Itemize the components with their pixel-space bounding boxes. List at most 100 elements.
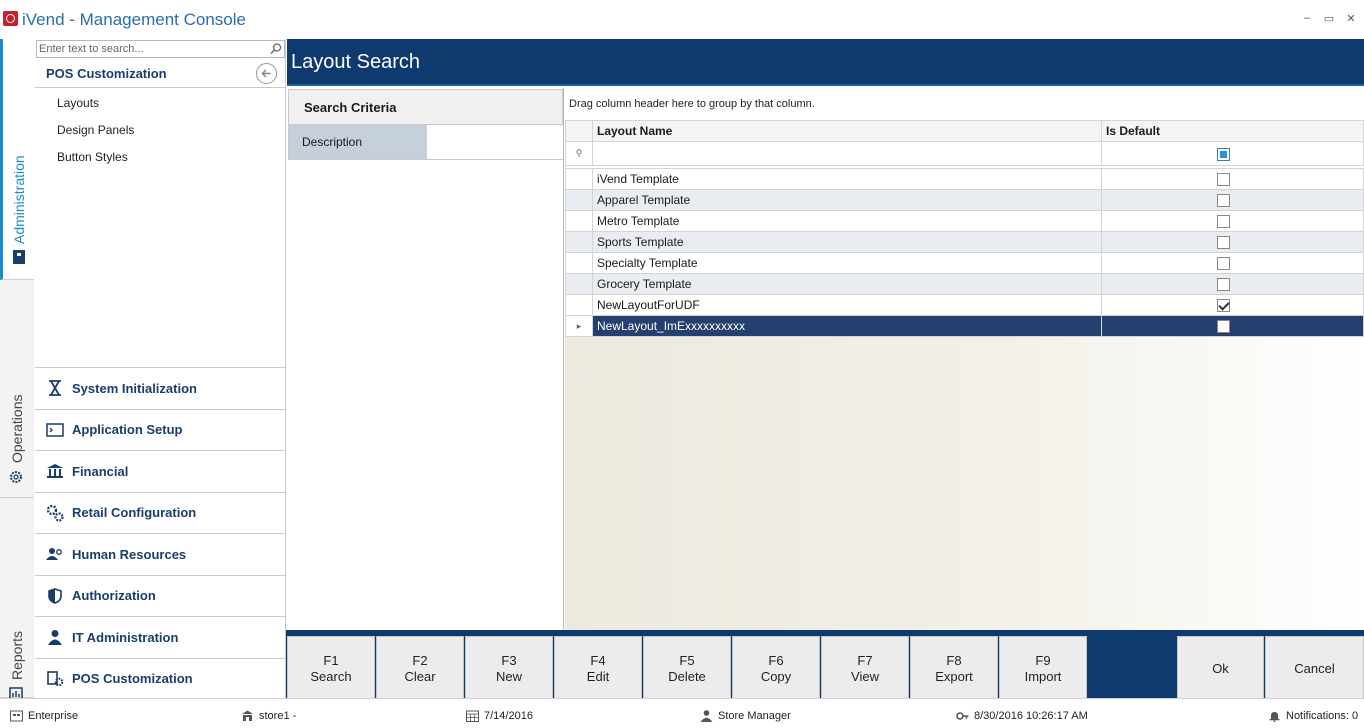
page-title: Layout Search bbox=[291, 51, 420, 73]
layout-name-cell[interactable]: Sports Template bbox=[592, 231, 1102, 253]
nav-item-layouts[interactable]: Layouts bbox=[57, 96, 99, 110]
module-label: Authorization bbox=[72, 588, 156, 604]
module-pos-customization[interactable]: POS Customization bbox=[35, 657, 286, 700]
user-text: Store Manager bbox=[718, 710, 791, 722]
calendar-icon bbox=[466, 710, 479, 722]
is-default-checkbox[interactable] bbox=[1217, 194, 1230, 208]
column-header-is-default[interactable]: Is Default bbox=[1101, 120, 1364, 142]
window-title: iVend - Management Console bbox=[22, 10, 246, 29]
nav-item-button-styles[interactable]: Button Styles bbox=[57, 150, 128, 164]
shield-icon bbox=[46, 587, 64, 605]
ok-button[interactable]: Ok bbox=[1177, 636, 1264, 701]
module-it-administration[interactable]: IT Administration bbox=[35, 616, 286, 658]
layout-grid: Drag column header here to group by that… bbox=[565, 88, 1364, 630]
left-panel: POS Customization Layouts Design Panels … bbox=[35, 39, 286, 698]
table-row[interactable]: iVend Template bbox=[565, 168, 1364, 190]
close-button[interactable]: ✕ bbox=[1344, 12, 1358, 25]
module-financial[interactable]: Financial bbox=[35, 450, 286, 492]
f1-search-button[interactable]: F1 Search bbox=[287, 636, 375, 701]
module-search bbox=[36, 40, 285, 58]
f8-export-button[interactable]: F8 Export bbox=[910, 636, 998, 701]
f9-import-button[interactable]: F9 Import bbox=[999, 636, 1087, 701]
table-row[interactable]: Sports Template bbox=[565, 231, 1364, 253]
edition-text: Enterprise bbox=[28, 710, 79, 722]
module-retail-configuration[interactable]: Retail Configuration bbox=[35, 491, 286, 534]
search-criteria-panel: Search Criteria Description bbox=[287, 88, 564, 630]
group-by-panel[interactable]: Drag column header here to group by that… bbox=[565, 88, 1364, 120]
user-icon bbox=[700, 710, 713, 722]
f5-delete-button[interactable]: F5 Delete bbox=[643, 636, 731, 701]
is-default-checkbox[interactable] bbox=[1217, 215, 1230, 229]
f6-copy-button[interactable]: F6 Copy bbox=[732, 636, 820, 701]
back-arrow-icon[interactable] bbox=[256, 63, 277, 84]
tab-administration[interactable]: Administration bbox=[0, 39, 34, 280]
is-default-checkbox[interactable] bbox=[1217, 173, 1230, 187]
tab-reports[interactable]: Reports bbox=[0, 498, 34, 701]
cancel-button[interactable]: Cancel bbox=[1265, 636, 1364, 701]
fkey-label: Search bbox=[310, 668, 352, 684]
table-row[interactable]: Apparel Template bbox=[565, 189, 1364, 211]
fkey-label: Edit bbox=[586, 668, 610, 684]
filter-layout-name[interactable] bbox=[592, 141, 1102, 166]
is-default-checkbox[interactable] bbox=[1217, 278, 1230, 292]
table-row[interactable]: Grocery Template bbox=[565, 273, 1364, 295]
fkey-key: F6 bbox=[768, 652, 784, 668]
module-human-resources[interactable]: Human Resources bbox=[35, 533, 286, 575]
section-title: POS Customization bbox=[46, 66, 167, 81]
description-input[interactable] bbox=[428, 125, 563, 159]
is-default-checkbox[interactable] bbox=[1217, 320, 1230, 334]
is-default-checkbox[interactable] bbox=[1217, 236, 1230, 250]
criteria-row-description: Description bbox=[288, 125, 563, 160]
pos-customization-icon bbox=[46, 670, 64, 688]
status-edition: Enterprise bbox=[10, 710, 78, 722]
layout-name-cell[interactable]: iVend Template bbox=[592, 168, 1102, 190]
status-notifications[interactable]: Notifications: 0 bbox=[1268, 710, 1358, 722]
nav-item-design-panels[interactable]: Design Panels bbox=[57, 123, 134, 137]
layout-name-cell[interactable]: NewLayout_ImExxxxxxxxxx bbox=[592, 315, 1102, 337]
console-window-icon bbox=[46, 421, 64, 439]
bell-icon bbox=[1269, 712, 1280, 722]
table-row-selected[interactable]: ▸ NewLayout_ImExxxxxxxxxx bbox=[565, 315, 1364, 337]
fkey-key: F8 bbox=[946, 652, 962, 668]
ivend-logo-icon bbox=[3, 11, 18, 26]
table-row[interactable]: Metro Template bbox=[565, 210, 1364, 232]
table-row[interactable]: NewLayoutForUDF bbox=[565, 294, 1364, 316]
fkey-label: Clear bbox=[404, 668, 436, 684]
function-key-bar: F1 Search F2 Clear F3 New F4 Edit F5 Delete F… bbox=[286, 630, 1364, 701]
module-system-initialization[interactable]: System Initialization bbox=[35, 367, 286, 409]
user-icon bbox=[46, 628, 64, 646]
f7-view-button[interactable]: F7 View bbox=[821, 636, 909, 701]
module-label: Human Resources bbox=[72, 546, 187, 562]
layout-name-cell[interactable]: Apparel Template bbox=[592, 189, 1102, 211]
filter-checkbox[interactable] bbox=[1217, 147, 1230, 161]
page-header: Layout Search bbox=[287, 39, 1364, 86]
layout-name-cell[interactable]: Grocery Template bbox=[592, 273, 1102, 295]
notifications-text: Notifications: 0 bbox=[1286, 710, 1359, 722]
f2-clear-button[interactable]: F2 Clear bbox=[376, 636, 464, 701]
layout-name-cell[interactable]: Metro Template bbox=[592, 210, 1102, 232]
column-header-layout-name[interactable]: Layout Name bbox=[592, 120, 1102, 142]
module-authorization[interactable]: Authorization bbox=[35, 574, 286, 617]
search-input[interactable] bbox=[37, 41, 265, 57]
table-row[interactable]: Specialty Template bbox=[565, 252, 1364, 274]
ok-label: Ok bbox=[1212, 660, 1229, 676]
restore-button[interactable]: ▭ bbox=[1322, 12, 1336, 25]
filter-is-default[interactable] bbox=[1101, 141, 1364, 166]
fkey-label: Export bbox=[935, 668, 973, 684]
is-default-checkbox[interactable] bbox=[1217, 257, 1230, 271]
is-default-checkbox[interactable] bbox=[1217, 299, 1230, 313]
minimize-button[interactable]: – bbox=[1300, 12, 1314, 25]
fkey-key: F5 bbox=[679, 652, 695, 668]
f4-edit-button[interactable]: F4 Edit bbox=[554, 636, 642, 701]
f3-new-button[interactable]: F3 New bbox=[465, 636, 553, 701]
fkey-key: F3 bbox=[501, 652, 517, 668]
layout-name-cell[interactable]: Specialty Template bbox=[592, 252, 1102, 274]
fkey-label: Copy bbox=[760, 668, 792, 684]
status-bar: Enterprise store1 - 7/14/2016 Store Mana… bbox=[0, 698, 1364, 728]
vertical-nav: Administration Operations Reports bbox=[0, 39, 34, 701]
layout-name-cell[interactable]: NewLayoutForUDF bbox=[592, 294, 1102, 316]
search-icon[interactable] bbox=[269, 42, 283, 56]
module-application-setup[interactable]: Application Setup bbox=[35, 408, 286, 451]
tab-operations[interactable]: Operations bbox=[0, 280, 34, 498]
search-criteria-title: Search Criteria bbox=[304, 100, 397, 115]
